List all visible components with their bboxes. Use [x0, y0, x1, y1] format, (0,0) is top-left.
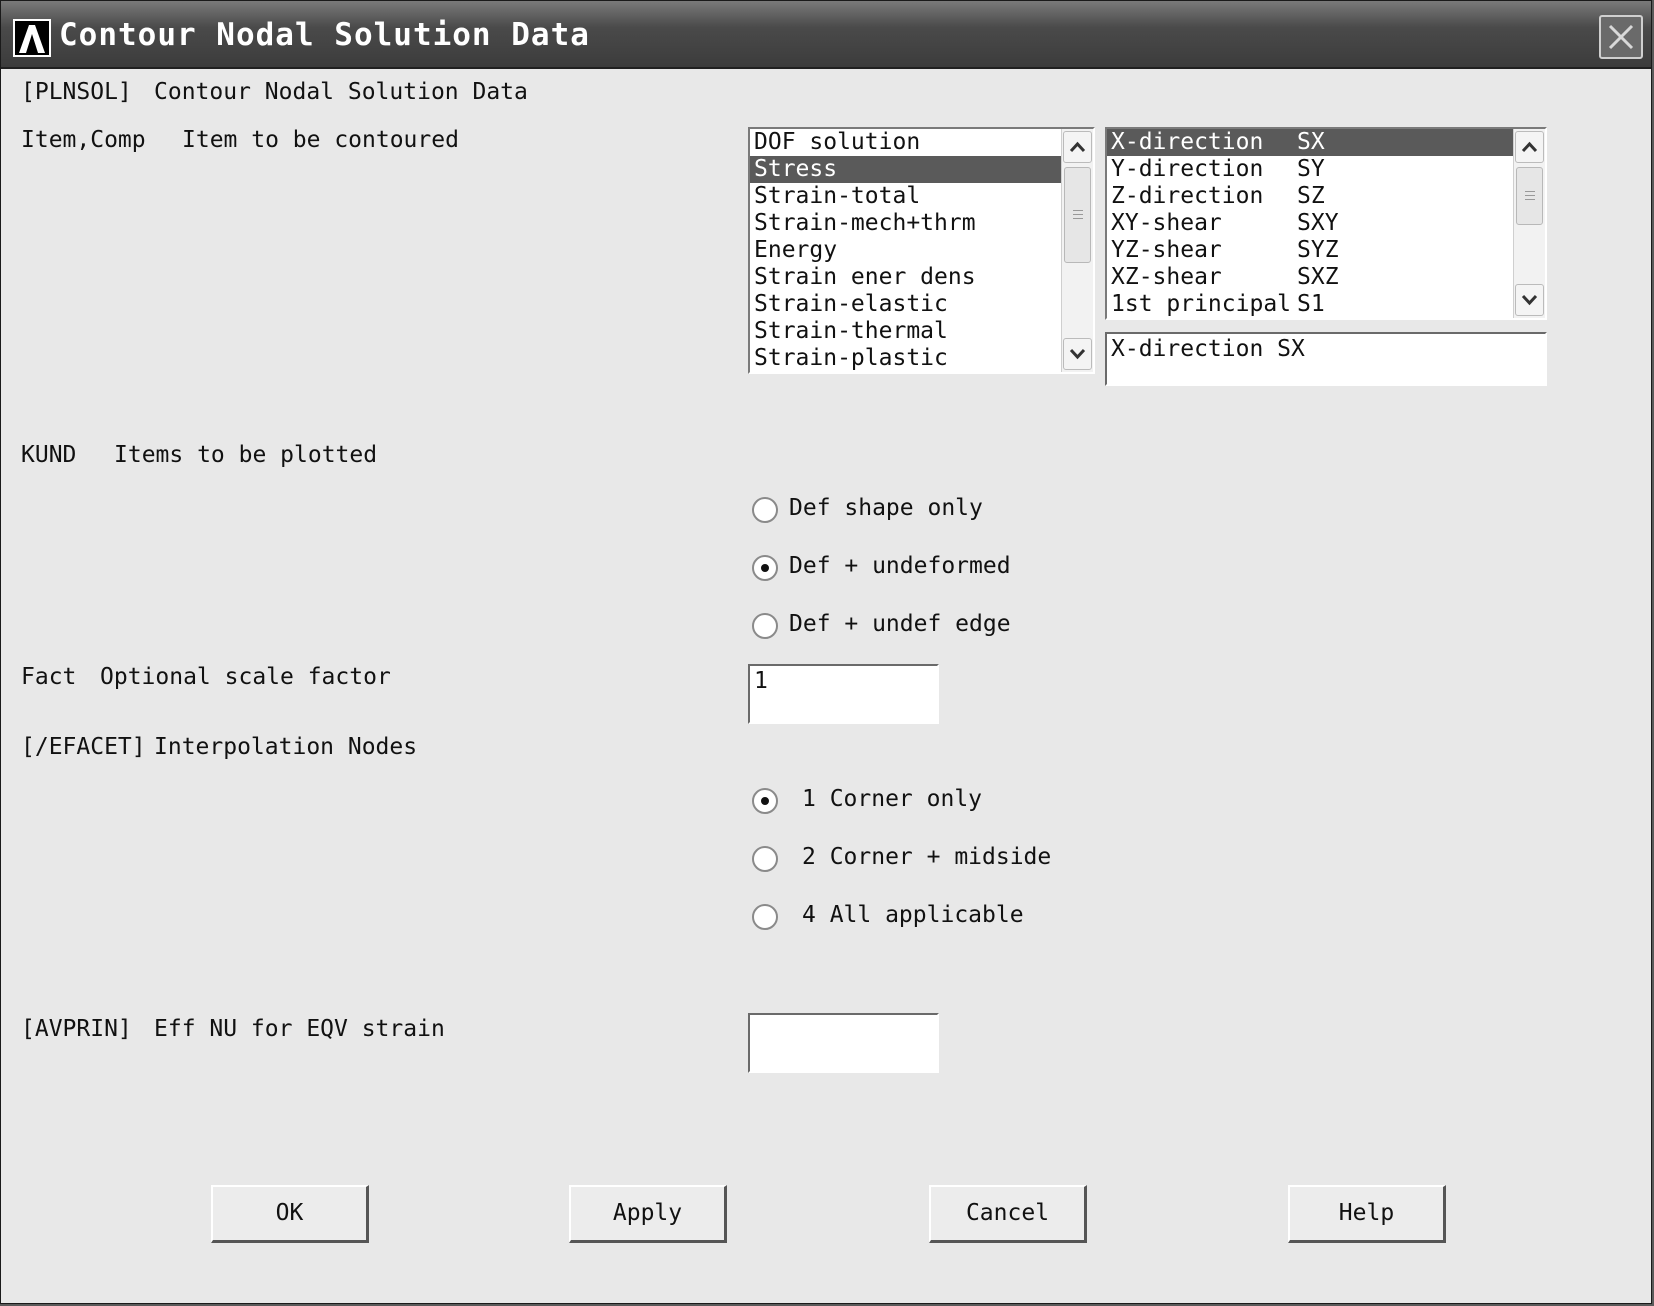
- component-list-option[interactable]: XZ-shear SXZ: [1107, 264, 1513, 291]
- scale-factor-input[interactable]: 1: [748, 664, 939, 724]
- item-list-scrollbar[interactable]: [1061, 129, 1093, 372]
- efacet-code: [/EFACET]: [21, 734, 146, 760]
- apply-button[interactable]: Apply: [569, 1185, 727, 1243]
- component-code: SYZ: [1297, 237, 1339, 263]
- component-name: XY-shear: [1111, 210, 1222, 236]
- scroll-down-icon[interactable]: [1515, 284, 1544, 316]
- component-list-option[interactable]: 1st principal S1: [1107, 291, 1513, 318]
- component-list-option[interactable]: XY-shear SXY: [1107, 210, 1513, 237]
- component-code: SXY: [1297, 210, 1339, 236]
- item-list-option[interactable]: Energy: [750, 237, 1061, 264]
- component-list-option[interactable]: Z-direction SZ: [1107, 183, 1513, 210]
- efacet-option[interactable]: 1 Corner only: [752, 786, 1152, 820]
- scroll-thumb[interactable]: [1516, 167, 1543, 225]
- component-name: 1st principal: [1111, 291, 1292, 317]
- radio-button-icon[interactable]: [752, 555, 778, 581]
- radio-button-icon[interactable]: [752, 904, 778, 930]
- avprin-description: Eff NU for EQV strain: [154, 1016, 445, 1042]
- component-code: SY: [1297, 156, 1325, 182]
- radio-button-icon[interactable]: [752, 846, 778, 872]
- item-list-option[interactable]: Strain-mech+thrm: [750, 210, 1061, 237]
- component-listbox[interactable]: X-direction SX Y-direction SY Z-direction SZ X…: [1105, 127, 1547, 320]
- component-list-option[interactable]: X-direction SX: [1107, 129, 1513, 156]
- kund-option[interactable]: Def + undef edge: [752, 611, 1152, 645]
- item-comp-description: Item to be contoured: [182, 127, 459, 153]
- component-code: SXZ: [1297, 264, 1339, 290]
- item-list-option[interactable]: DOF solution: [750, 129, 1061, 156]
- component-list-option[interactable]: Y-direction SY: [1107, 156, 1513, 183]
- component-code: SZ: [1297, 183, 1325, 209]
- efacet-option-label: 1 Corner only: [802, 786, 983, 812]
- ansys-logo-icon: [13, 19, 51, 57]
- dialog-window: Contour Nodal Solution Data [PLNSOL] Con…: [0, 0, 1652, 1304]
- efacet-description: Interpolation Nodes: [154, 734, 418, 760]
- title-bar[interactable]: Contour Nodal Solution Data: [1, 1, 1651, 69]
- item-comp-code: Item,Comp: [21, 127, 146, 153]
- component-name: XZ-shear: [1111, 264, 1222, 290]
- radio-button-icon[interactable]: [752, 788, 778, 814]
- kund-option-label: Def + undef edge: [789, 611, 1011, 637]
- component-name: Z-direction: [1111, 183, 1264, 209]
- component-code: SX: [1297, 129, 1325, 155]
- item-list-option[interactable]: Strain-plastic: [750, 345, 1061, 372]
- item-listbox[interactable]: DOF solution Stress Strain-total Strain-mec…: [748, 127, 1095, 374]
- component-list-scrollbar[interactable]: [1513, 129, 1545, 318]
- kund-option-label: Def shape only: [789, 495, 983, 521]
- help-button[interactable]: Help: [1288, 1185, 1446, 1243]
- component-list-items: X-direction SX Y-direction SY Z-direction SZ X…: [1107, 129, 1513, 318]
- plnsol-description: Contour Nodal Solution Data: [154, 79, 528, 105]
- window-title: Contour Nodal Solution Data: [59, 17, 590, 53]
- kund-option-label: Def + undeformed: [789, 553, 1011, 579]
- efacet-option[interactable]: 2 Corner + midside: [752, 844, 1152, 878]
- item-list-option[interactable]: Strain ener dens: [750, 264, 1061, 291]
- component-name: YZ-shear: [1111, 237, 1222, 263]
- plnsol-code: [PLNSOL]: [21, 79, 132, 105]
- efacet-option[interactable]: 4 All applicable: [752, 902, 1152, 936]
- radio-button-icon[interactable]: [752, 497, 778, 523]
- scroll-down-icon[interactable]: [1063, 338, 1092, 370]
- radio-button-icon[interactable]: [752, 613, 778, 639]
- fact-code: Fact: [21, 664, 77, 690]
- component-list-option[interactable]: YZ-shear SYZ: [1107, 237, 1513, 264]
- kund-option[interactable]: Def + undeformed: [752, 553, 1152, 587]
- close-icon[interactable]: [1599, 15, 1643, 59]
- fact-description: Optional scale factor: [100, 664, 391, 690]
- item-list-option[interactable]: Strain-thermal: [750, 318, 1061, 345]
- scroll-thumb[interactable]: [1064, 167, 1091, 263]
- ok-button[interactable]: OK: [211, 1185, 369, 1243]
- scroll-up-icon[interactable]: [1063, 131, 1092, 163]
- component-selection-field[interactable]: X-direction SX: [1105, 332, 1547, 386]
- kund-description: Items to be plotted: [114, 442, 378, 468]
- efacet-option-label: 4 All applicable: [802, 902, 1024, 928]
- avprin-code: [AVPRIN]: [21, 1016, 132, 1042]
- component-code: S1: [1297, 291, 1325, 317]
- item-list-items: DOF solution Stress Strain-total Strain-mec…: [750, 129, 1061, 372]
- item-list-option[interactable]: Strain-total: [750, 183, 1061, 210]
- item-list-option[interactable]: Strain-elastic: [750, 291, 1061, 318]
- kund-code: KUND: [21, 442, 77, 468]
- scroll-up-icon[interactable]: [1515, 131, 1544, 163]
- efacet-option-label: 2 Corner + midside: [802, 844, 1052, 870]
- item-list-option[interactable]: Stress: [750, 156, 1061, 183]
- cancel-button[interactable]: Cancel: [929, 1185, 1087, 1243]
- component-name: Y-direction: [1111, 156, 1264, 182]
- kund-option[interactable]: Def shape only: [752, 495, 1152, 529]
- component-name: X-direction: [1111, 129, 1264, 155]
- eff-nu-input[interactable]: [748, 1013, 939, 1073]
